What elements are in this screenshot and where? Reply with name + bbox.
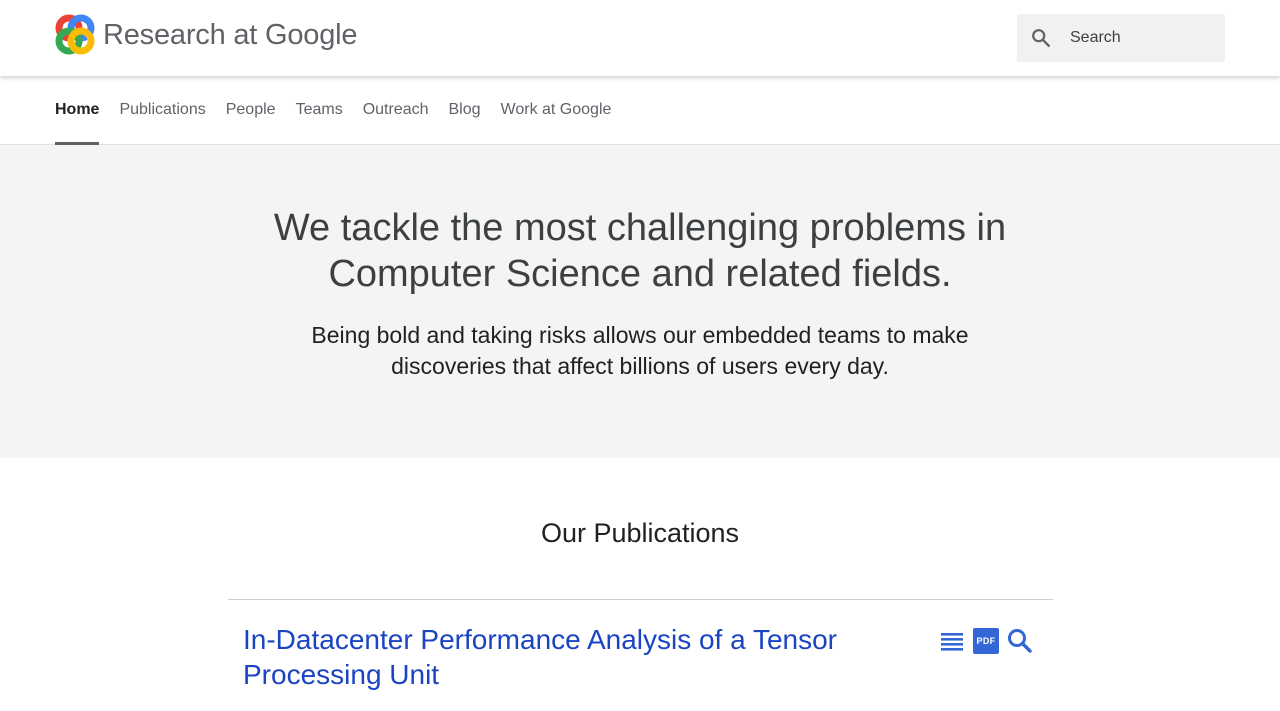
hero-headline-text: We tackle the most challenging problems … [273, 207, 1007, 295]
main-nav: Home Publications People Teams Outreach … [0, 76, 1280, 145]
nav-item-blog[interactable]: Blog [449, 76, 481, 144]
search-box[interactable] [1017, 14, 1225, 62]
nav-item-teams[interactable]: Teams [296, 76, 343, 144]
nav-item-outreach[interactable]: Outreach [363, 76, 429, 144]
nav-item-work-at-google[interactable]: Work at Google [501, 76, 612, 144]
publications-heading: Our Publications [540, 518, 740, 548]
research-at-google-logo-icon[interactable] [54, 14, 96, 56]
nav-item-people[interactable]: People [226, 76, 276, 144]
pdf-icon[interactable]: PDF [972, 627, 1000, 655]
hero-subtext: Being bold and taking risks allows our e… [0, 320, 1280, 382]
hero-section: We tackle the most challenging problems … [0, 145, 1280, 458]
abstract-list-icon[interactable] [938, 627, 966, 655]
publications-divider [228, 599, 1053, 600]
publication-actions: PDF [938, 627, 1040, 655]
nav-item-publications[interactable]: Publications [119, 76, 205, 144]
search-icon[interactable] [1030, 27, 1052, 49]
publication-title-link[interactable]: In-Datacenter Performance Analysis of a … [243, 622, 883, 692]
nav-item-home[interactable]: Home [55, 76, 100, 145]
brand-title[interactable]: Research at Google [103, 17, 358, 53]
site-header: Research at Google [0, 0, 1280, 76]
search-icon[interactable] [1006, 627, 1034, 655]
hero-headline: We tackle the most challenging problems … [0, 205, 1280, 297]
search-input[interactable] [1068, 28, 1208, 48]
pdf-badge-label: PDF [973, 628, 999, 654]
hero-subtext-text: Being bold and taking risks allows our e… [311, 322, 969, 379]
